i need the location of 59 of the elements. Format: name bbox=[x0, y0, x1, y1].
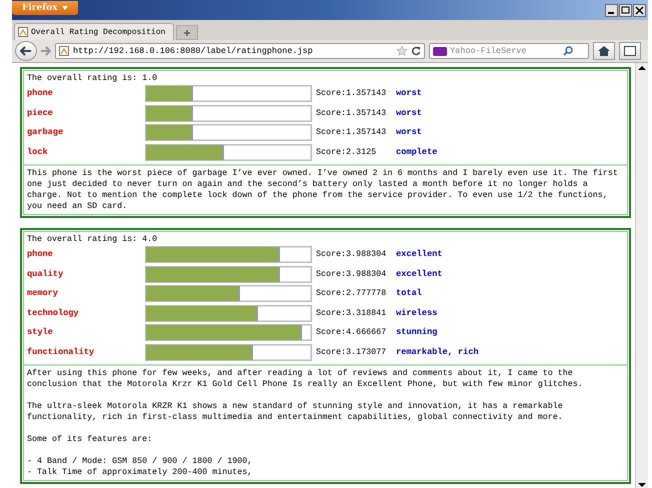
address-bar[interactable]: http://192.168.0.106:8080/label/ratingphone.jsp bbox=[55, 43, 425, 59]
opinion-word: worst bbox=[396, 127, 422, 138]
score: Score:2.777778 bbox=[316, 288, 388, 300]
aspect-term: lock bbox=[27, 146, 49, 158]
window-icon bbox=[624, 46, 636, 56]
aspect-term: piece bbox=[27, 108, 54, 119]
score: Score:2.3125 bbox=[316, 146, 378, 158]
aspect-term: garbage bbox=[27, 127, 64, 138]
opinion-word: remarkable, rich bbox=[396, 346, 479, 358]
overall-rating: The overall rating is: 4.0 bbox=[27, 234, 158, 245]
back-button[interactable] bbox=[15, 41, 37, 61]
overall-rating: The overall rating is: 1.0 bbox=[27, 73, 158, 84]
review-paragraph: This phone is the worst piece of garbage I’ve ever owned. I’ve owned 2 in 6 months and I barely even use it. The first one just decided to never turn on again and the second’s battery only lasted a month before it no longer holds a charge. Not to mention the complete lock down of the phone from the service provider. To even use 1/2 the functions, you need an SD card. bbox=[27, 168, 619, 212]
opinion-word: excellent bbox=[396, 268, 442, 280]
search-icon[interactable] bbox=[563, 46, 573, 56]
aspect-term: memory bbox=[27, 288, 59, 300]
aspect-term: functionality bbox=[27, 346, 96, 358]
score: Score:1.357143 bbox=[316, 108, 388, 119]
feature-line: - 4 Band / Mode: GSM 850 / 900 / 1800 / 1900, bbox=[27, 456, 254, 467]
scrollbar[interactable] bbox=[635, 63, 648, 488]
aspect-term: technology bbox=[27, 308, 80, 319]
opinion-word: worst bbox=[396, 108, 422, 119]
bookmarks-button[interactable] bbox=[619, 42, 641, 60]
score: Score:3.318841 bbox=[316, 308, 388, 319]
score: Score:1.357143 bbox=[316, 127, 388, 138]
maximize-icon[interactable] bbox=[619, 4, 632, 16]
aspect-term: phone bbox=[27, 249, 54, 260]
opinion-word: stunning bbox=[396, 327, 438, 338]
opinion-word: worst bbox=[396, 88, 422, 100]
page-icon bbox=[18, 27, 28, 37]
home-icon bbox=[598, 46, 610, 56]
opinion-word: excellent bbox=[396, 249, 442, 260]
search-box[interactable]: Yahoo-FileServe bbox=[429, 43, 589, 59]
back-arrow-icon bbox=[20, 46, 32, 56]
score: Score:4.666667 bbox=[316, 327, 388, 338]
opinion-word: total bbox=[396, 288, 422, 300]
score: Score:1.357143 bbox=[316, 88, 388, 100]
page-icon bbox=[59, 46, 69, 56]
home-button[interactable] bbox=[593, 42, 615, 60]
feature-line: - Talk Time of approximately 200-400 minutes, bbox=[27, 467, 254, 478]
aspect-term: quality bbox=[27, 268, 64, 280]
reload-icon[interactable] bbox=[411, 46, 421, 56]
aspect-term: phone bbox=[27, 88, 54, 100]
review-paragraph: The ultra-sleek Motorola KRZR K1 shows a new standard of stunning style and innovation, it has a remarkable functionality, rich in first-class multimedia and entertainment capabilities, global connectivity and more. bbox=[27, 401, 564, 423]
review-paragraph: After using this phone for few weeks, and after reading a lot of reviews and comments about it, I came to the conclusion that the Motorola Krzr K1 Gold Cell Phone Is really an Excellent Phone, but with few minor glitches. bbox=[27, 368, 584, 390]
new-tab-button[interactable]: + bbox=[176, 25, 198, 40]
caret-icon bbox=[62, 6, 68, 10]
score: Score:3.988304 bbox=[316, 268, 388, 280]
opinion-word: wireless bbox=[396, 308, 438, 319]
close-icon[interactable] bbox=[633, 4, 646, 16]
browser-tab[interactable]: Overall Rating Decomposition bbox=[14, 23, 174, 40]
score: Score:3.173077 bbox=[316, 346, 388, 358]
opinion-word: complete bbox=[396, 146, 438, 158]
aspect-term: style bbox=[27, 327, 54, 338]
star-icon[interactable] bbox=[397, 46, 407, 56]
score: Score:3.988304 bbox=[316, 249, 388, 260]
minimize-icon[interactable] bbox=[605, 4, 618, 16]
scroll-down-icon[interactable] bbox=[637, 480, 647, 488]
review-paragraph: Some of its features are: bbox=[27, 434, 154, 445]
